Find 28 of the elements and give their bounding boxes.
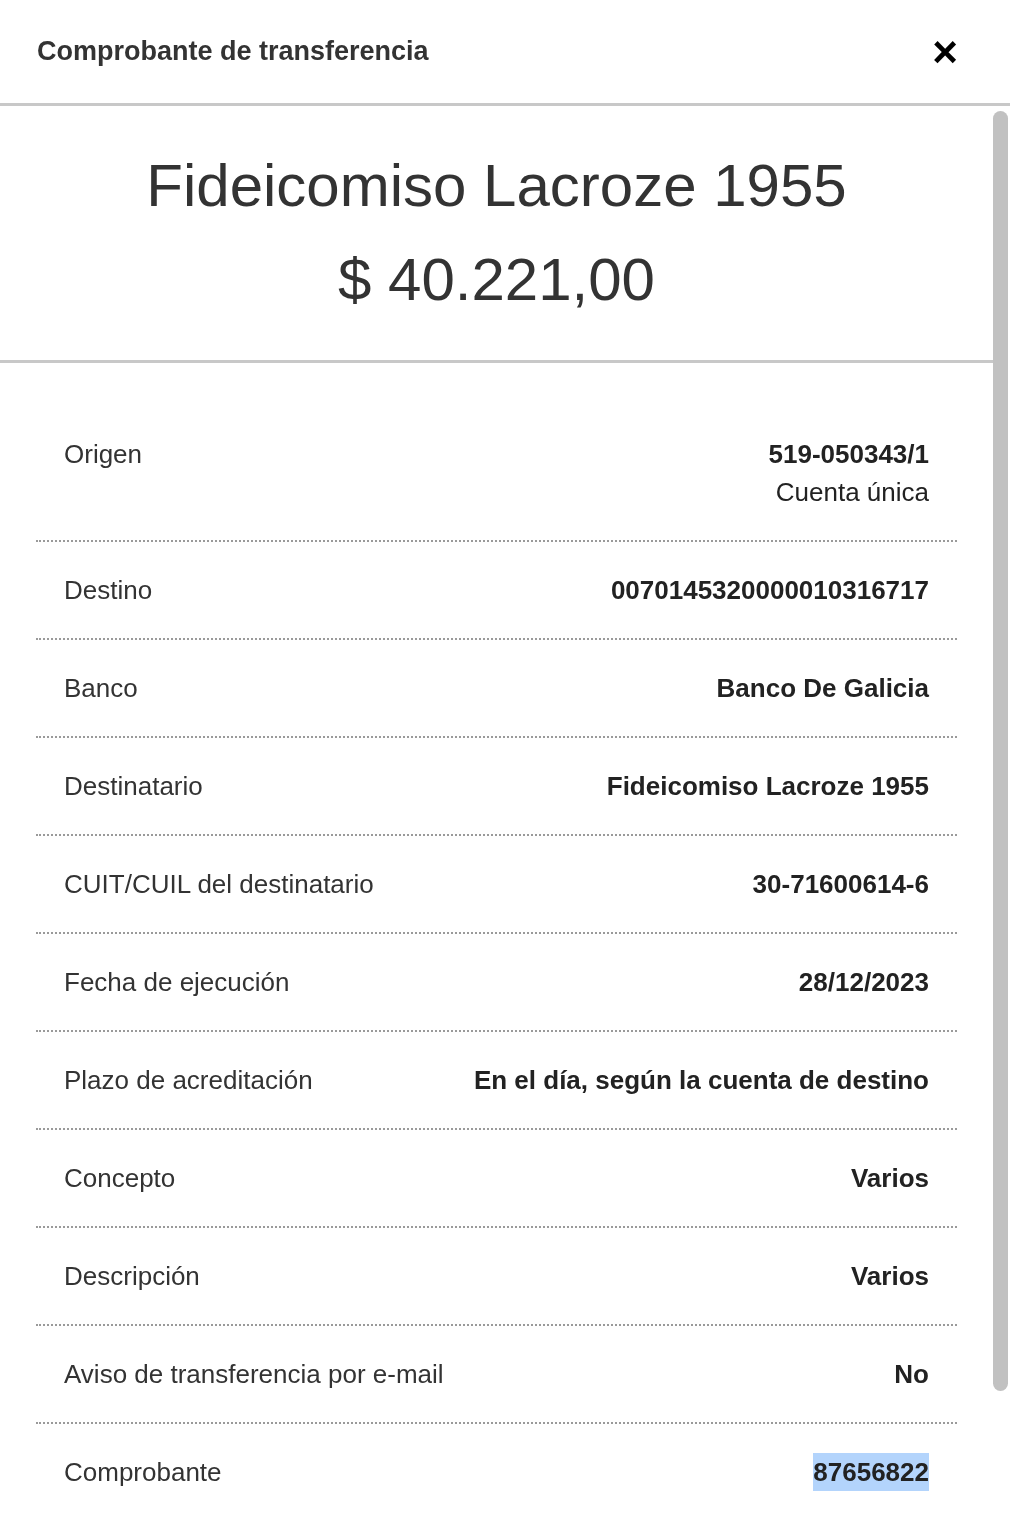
detail-label: Fecha de ejecución [64, 966, 290, 999]
close-button[interactable]: × [932, 29, 958, 74]
detail-label: Destino [64, 574, 153, 607]
detail-value: En el día, según la cuenta de destino [473, 1064, 929, 1097]
detail-label: CUIT/CUIL del destinatario [64, 868, 374, 901]
dialog-title: Comprobante de transferencia [37, 35, 429, 69]
detail-label: Banco [64, 672, 138, 705]
recipient-name: Fideicomiso Lacroze 1955 [146, 151, 847, 221]
detail-value: Varios [850, 1162, 929, 1195]
detail-value: Banco De Galicia [716, 672, 929, 705]
detail-label: Origen [64, 438, 143, 471]
detail-value: Varios [850, 1260, 929, 1293]
detail-value: 87656822 [813, 1453, 929, 1491]
scrollbar-thumb[interactable] [993, 111, 1008, 1391]
detail-value: Cuenta única [775, 476, 929, 509]
detail-value: 28/12/2023 [798, 966, 929, 999]
detail-label: Comprobante [64, 1456, 222, 1489]
detail-label: Descripción [64, 1260, 200, 1293]
detail-label: Destinatario [64, 770, 203, 803]
detail-label: Concepto [64, 1162, 176, 1195]
detail-value: 0070145320000010316717 [610, 574, 929, 607]
detail-value: Fideicomiso Lacroze 1955 [606, 770, 929, 803]
detail-label: Plazo de acreditación [64, 1064, 313, 1097]
detail-value: 30-71600614-6 [752, 868, 929, 901]
detail-label: Aviso de transferencia por e-mail [64, 1358, 444, 1391]
detail-value: 519-050343/1 [768, 438, 929, 471]
detail-value: No [894, 1358, 929, 1391]
amount: $ 40.221,00 [338, 245, 655, 315]
